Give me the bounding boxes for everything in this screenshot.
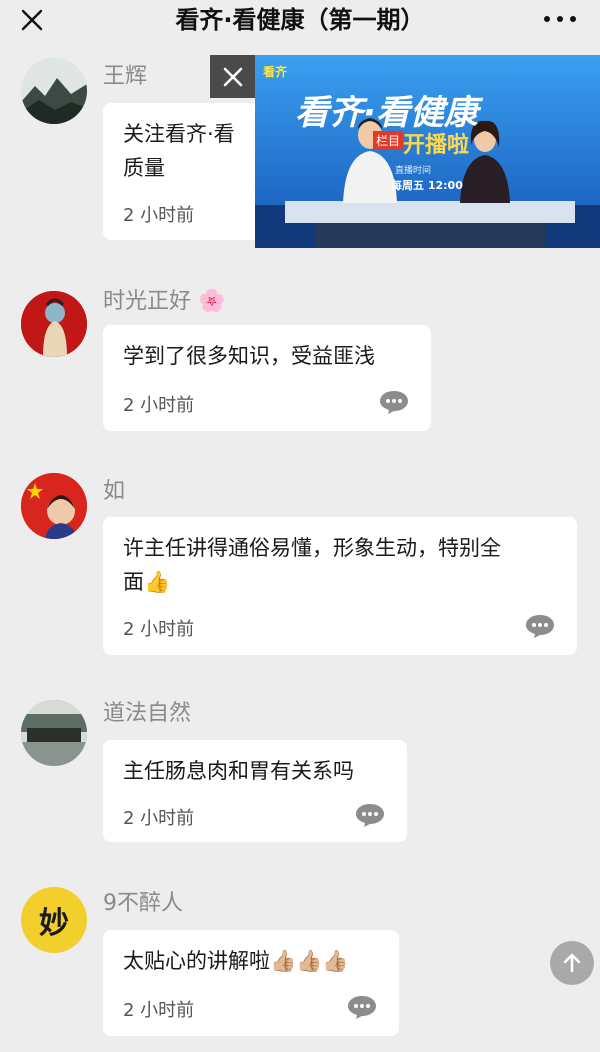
commenter-name: 道法自然 <box>103 701 192 726</box>
reply-icon[interactable] <box>525 613 555 639</box>
comment-text-line: 质量 <box>123 156 165 180</box>
more-options-icon[interactable] <box>544 14 576 24</box>
arrow-up-icon <box>563 953 581 973</box>
comment-text: 关注看齐·看 质量 <box>123 117 235 185</box>
page-title: 看齐·看健康（第一期） <box>175 6 425 34</box>
comment-text: 学到了很多知识，受益匪浅 <box>123 344 375 368</box>
top-bar: 看齐·看健康（第一期） <box>0 0 600 52</box>
video-schedule-label: 直播时间 <box>395 166 432 176</box>
reply-icon[interactable] <box>347 994 377 1020</box>
landscape-avatar-icon[interactable] <box>21 58 87 124</box>
floating-video-player[interactable]: 看齐 看齐·看健康 栏目 开播啦 直播时间 每周五 12:00 <box>255 55 600 248</box>
comment-bubble: 太贴心的讲解啦👍🏼👍🏼👍🏼 2 小时前 <box>103 930 399 1036</box>
comment-item: 时光正好 🌸 学到了很多知识，受益匪浅 2 小时前 <box>0 283 600 433</box>
close-icon[interactable] <box>18 6 46 34</box>
comment-bubble: 主任肠息肉和胃有关系吗 2 小时前 <box>103 740 407 842</box>
comment-text: 太贴心的讲解啦👍🏼👍🏼👍🏼 <box>123 949 349 973</box>
comment-text-line: 关注看齐·看 <box>123 122 235 146</box>
comment-time: 2 小时前 <box>123 395 195 416</box>
comment-text: 许主任讲得通俗易懂，形象生动，特别全 面👍 <box>123 531 501 599</box>
comment-text-line: 面👍 <box>123 570 171 594</box>
comment-time: 2 小时前 <box>123 808 195 829</box>
comment-time: 2 小时前 <box>123 1000 195 1021</box>
comment-item: 道法自然 主任肠息肉和胃有关系吗 2 小时前 <box>0 695 600 845</box>
channel-logo: 看齐 <box>263 65 288 79</box>
video-badge: 栏目 <box>373 131 404 150</box>
girl-avatar-icon[interactable] <box>21 291 87 357</box>
comment-bubble: 许主任讲得通俗易懂，形象生动，特别全 面👍 2 小时前 <box>103 517 577 655</box>
commenter-name: 9不醉人 <box>103 891 183 916</box>
gate-avatar-icon[interactable] <box>21 700 87 766</box>
video-close-button[interactable] <box>210 55 255 98</box>
calligraphy-avatar-icon[interactable]: 妙 <box>21 887 87 953</box>
comment-item: 如 许主任讲得通俗易懂，形象生动，特别全 面👍 2 小时前 <box>0 470 600 660</box>
flower-emoji: 🌸 <box>198 289 226 314</box>
reply-icon[interactable] <box>355 802 385 828</box>
close-icon <box>223 67 242 86</box>
scroll-to-top-button[interactable] <box>550 941 594 985</box>
comment-time: 2 小时前 <box>123 619 195 640</box>
comment-item: 妙 9不醉人 太贴心的讲解啦👍🏼👍🏼👍🏼 2 小时前 <box>0 885 600 1036</box>
comment-text-line: 许主任讲得通俗易懂，形象生动，特别全 <box>123 536 501 560</box>
video-schedule: 每周五 12:00 <box>391 179 463 192</box>
reply-icon[interactable] <box>379 389 409 415</box>
flag-avatar-icon[interactable] <box>21 473 87 539</box>
comment-bubble: 学到了很多知识，受益匪浅 2 小时前 <box>103 325 431 431</box>
commenter-name: 王辉 <box>103 64 148 89</box>
video-subtitle: 开播啦 <box>403 133 470 158</box>
comment-time: 2 小时前 <box>123 205 195 226</box>
commenter-name-text: 时光正好 <box>103 289 192 314</box>
comment-text: 主任肠息肉和胃有关系吗 <box>123 759 354 783</box>
commenter-name: 时光正好 🌸 <box>103 283 225 315</box>
commenter-name: 如 <box>103 479 126 504</box>
comment-bubble: 关注看齐·看 质量 2 小时前 <box>103 103 263 240</box>
avatar-calligraphy-text: 妙 <box>39 906 69 941</box>
